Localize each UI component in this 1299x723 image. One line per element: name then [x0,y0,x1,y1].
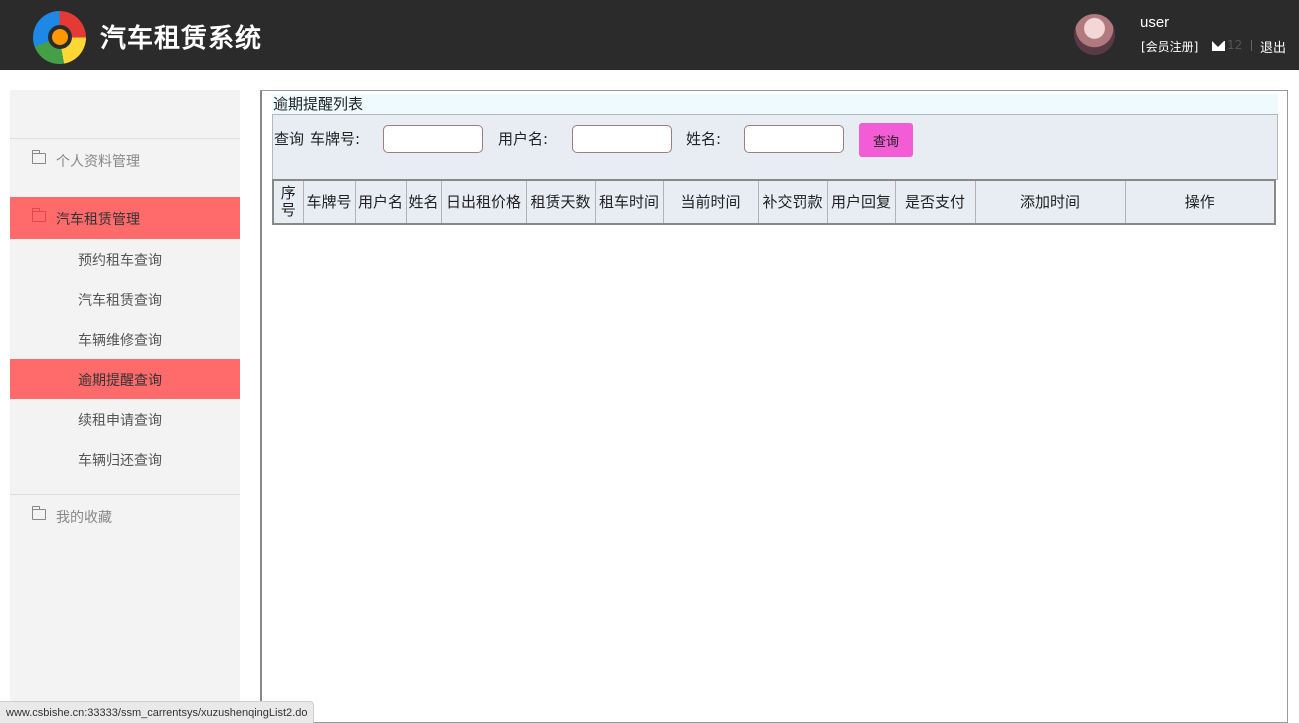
column-header: 用户名 [354,179,407,225]
sidebar-group-favorites[interactable]: 我的收藏 [10,495,240,537]
folder-icon [32,208,46,222]
user-avatar[interactable] [1074,14,1115,55]
sidebar-item-rental-query[interactable]: 汽车租赁查询 [10,279,240,319]
column-header: 当前时间 [662,179,759,225]
sidebar-group-profile[interactable]: 个人资料管理 [10,139,240,181]
sidebar-item-label: 预约租车查询 [78,253,162,269]
column-header: 租赁天数 [525,179,596,225]
logout-link[interactable]: 退出 [1260,37,1286,56]
column-header: 车牌号 [302,179,356,225]
sidebar-group-label: 我的收藏 [56,510,112,526]
username-filter-label: 用户名: [498,130,549,148]
sidebar-item-label: 车辆归还查询 [78,453,162,469]
sidebar-item-overdue-query[interactable]: 逾期提醒查询 [10,359,240,399]
sidebar-item-label: 逾期提醒查询 [78,373,162,389]
sidebar-item-label: 汽车租赁查询 [78,293,162,309]
sidebar-item-reservation-query[interactable]: 预约租车查询 [10,239,240,279]
app-logo-icon [33,11,86,64]
username-input[interactable] [572,125,672,153]
column-header: 姓名 [405,179,442,225]
main-panel: 逾期提醒列表 查询 车牌号: 用户名: 姓名: 查询 序号 车牌号 用户名 姓名… [260,90,1288,723]
name-input[interactable] [744,125,844,153]
page-title: 逾期提醒列表 [272,94,1278,114]
mail-icon[interactable] [1212,41,1225,51]
column-header: 用户回复 [826,179,896,225]
column-header: 日出租价格 [440,179,527,225]
sidebar-item-renewal-query[interactable]: 续租申请查询 [10,399,240,439]
column-header: 添加时间 [974,179,1126,225]
sidebar-group-label: 个人资料管理 [56,154,140,170]
header-divider [1251,40,1252,51]
top-header: 汽车租赁系统 user [会员注册] 12 退出 [0,0,1299,70]
table-header-row: 序号 车牌号 用户名 姓名 日出租价格 租赁天数 租车时间 当前时间 补交罚款 … [272,179,1276,225]
sidebar-group-label: 汽车租赁管理 [56,212,140,228]
query-button[interactable]: 查询 [859,123,913,157]
plate-label: 车牌号: [310,130,361,148]
folder-icon [32,506,46,520]
name-label: 姓名: [686,130,722,148]
column-header: 是否支付 [894,179,976,225]
mail-count: 12 [1227,38,1243,52]
sidebar-item-label: 续租申请查询 [78,413,162,429]
overdue-table: 序号 车牌号 用户名 姓名 日出租价格 租赁天数 租车时间 当前时间 补交罚款 … [272,179,1276,225]
sidebar: 个人资料管理 汽车租赁管理 预约租车查询 汽车租赁查询 车辆维修查询 逾期提醒查… [10,90,240,723]
folder-icon [32,150,46,164]
app-title: 汽车租赁系统 [100,24,263,54]
query-prefix-label: 查询 [274,130,305,148]
register-link[interactable]: [会员注册] [1141,38,1198,55]
username-label: user [1140,14,1170,31]
search-form: 查询 车牌号: 用户名: 姓名: 查询 [272,114,1278,180]
plate-input[interactable] [383,125,483,153]
sidebar-group-car-rental[interactable]: 汽车租赁管理 [10,197,240,239]
column-header: 序号 [272,179,304,225]
column-header: 补交罚款 [757,179,828,225]
sidebar-item-label: 车辆维修查询 [78,333,162,349]
status-bar-url: www.csbishe.cn:33333/ssm_carrentsys/xuzu… [0,701,315,723]
column-header: 租车时间 [594,179,664,225]
sidebar-item-return-query[interactable]: 车辆归还查询 [10,439,240,479]
column-header: 操作 [1124,179,1276,225]
sidebar-item-repair-query[interactable]: 车辆维修查询 [10,319,240,359]
